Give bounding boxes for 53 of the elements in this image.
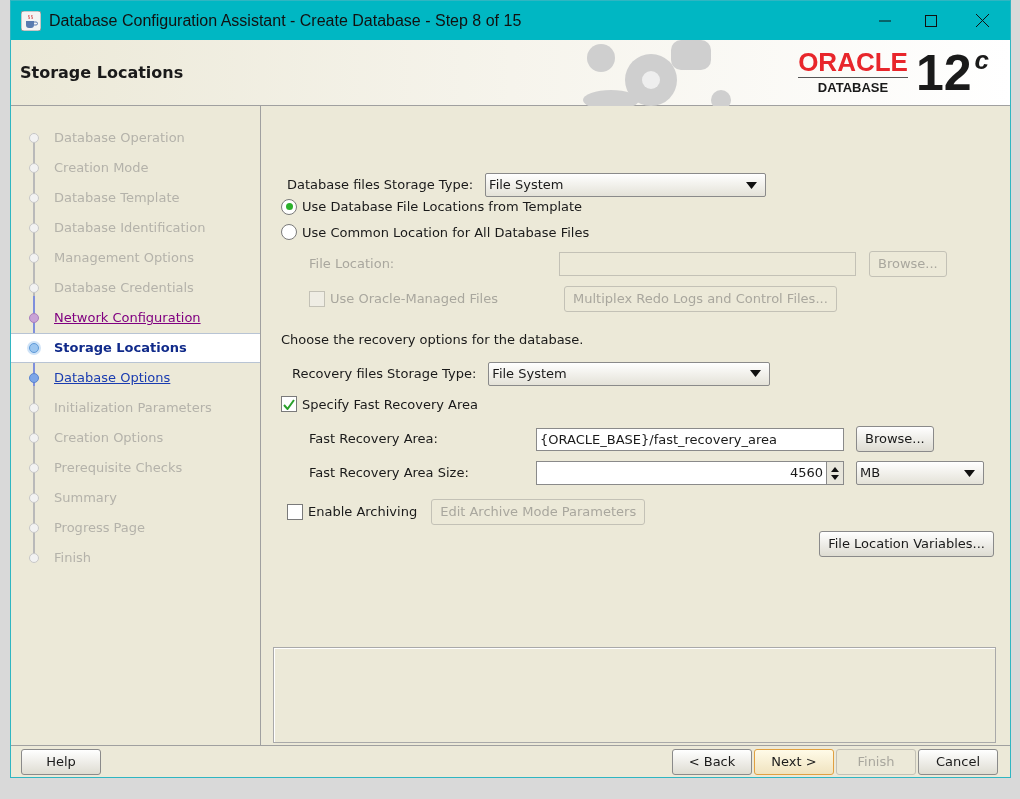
help-button[interactable]: Help bbox=[21, 748, 101, 775]
wizard-button[interactable]: Cancel bbox=[918, 748, 998, 775]
window-title: Database Configuration Assistant - Create Database - Step 8 of 15 bbox=[49, 10, 522, 31]
size-spinner[interactable]: 4560 bbox=[536, 461, 844, 485]
field-label: Fast Recovery Area Size: bbox=[309, 464, 470, 483]
field-label: Use Oracle-Managed Files bbox=[330, 290, 499, 309]
browse-button[interactable]: Browse... bbox=[856, 426, 934, 452]
field-label: Enable Archiving bbox=[308, 503, 418, 522]
wizard-button[interactable]: < Back bbox=[672, 748, 752, 775]
java-cup-icon bbox=[21, 10, 41, 31]
field-label: Use Common Location for All Database Files bbox=[302, 223, 590, 242]
page-title: Storage Locations bbox=[20, 61, 184, 84]
fast-recovery-area-field[interactable]: {ORACLE_BASE}/fast_recovery_area bbox=[536, 427, 844, 451]
step-label: Database Credentials bbox=[54, 279, 194, 298]
field-label: Fast Recovery Area: bbox=[309, 430, 439, 449]
dropdown-arrow-icon bbox=[750, 370, 762, 377]
radio-button[interactable] bbox=[281, 198, 297, 215]
step-label: Initialization Parameters bbox=[54, 399, 212, 418]
dropdown[interactable]: File System bbox=[485, 173, 767, 197]
logo-product: DATABASE bbox=[817, 78, 889, 97]
dropdown[interactable]: File System bbox=[488, 361, 771, 386]
instruction-text: Choose the recovery options for the database. bbox=[281, 331, 584, 349]
step-label: Progress Page bbox=[54, 519, 146, 538]
checkbox[interactable] bbox=[287, 504, 303, 520]
field-label: Recovery files Storage Type: bbox=[292, 364, 477, 383]
step-label: Prerequisite Checks bbox=[54, 459, 183, 478]
step-link[interactable]: Database Options bbox=[54, 368, 171, 388]
step-label: Storage Locations bbox=[54, 339, 187, 358]
minimize-icon bbox=[879, 19, 891, 22]
field-label: Database files Storage Type: bbox=[287, 176, 474, 195]
field-label: Use Database File Locations from Template bbox=[302, 198, 583, 216]
step-label: Creation Options bbox=[54, 429, 164, 448]
dropdown-arrow-icon bbox=[746, 181, 758, 189]
radio-button[interactable] bbox=[281, 224, 297, 241]
close-icon bbox=[975, 14, 989, 27]
step-label: Database Template bbox=[54, 189, 180, 208]
logo-brand: ORACLE bbox=[798, 47, 908, 78]
maximize-icon bbox=[925, 14, 937, 27]
step-label: Database Identification bbox=[54, 219, 206, 238]
dropdown-arrow-icon bbox=[964, 469, 975, 477]
step-label: Management Options bbox=[54, 249, 194, 268]
step-label: Summary bbox=[54, 489, 117, 508]
step-label: Finish bbox=[54, 549, 91, 568]
step-label: Creation Mode bbox=[54, 159, 149, 178]
wizard-button[interactable]: Next > bbox=[754, 748, 834, 775]
dropdown[interactable]: MB bbox=[856, 461, 984, 485]
step-link[interactable]: Network Configuration bbox=[54, 308, 201, 328]
file-location-variables-button[interactable]: File Location Variables... bbox=[819, 531, 994, 557]
step-label: Database Operation bbox=[54, 129, 185, 148]
spinner-arrows-icon[interactable] bbox=[826, 462, 843, 484]
field-label: Specify Fast Recovery Area bbox=[302, 395, 478, 414]
checkbox[interactable] bbox=[281, 396, 297, 413]
field-label: File Location: bbox=[309, 255, 396, 274]
